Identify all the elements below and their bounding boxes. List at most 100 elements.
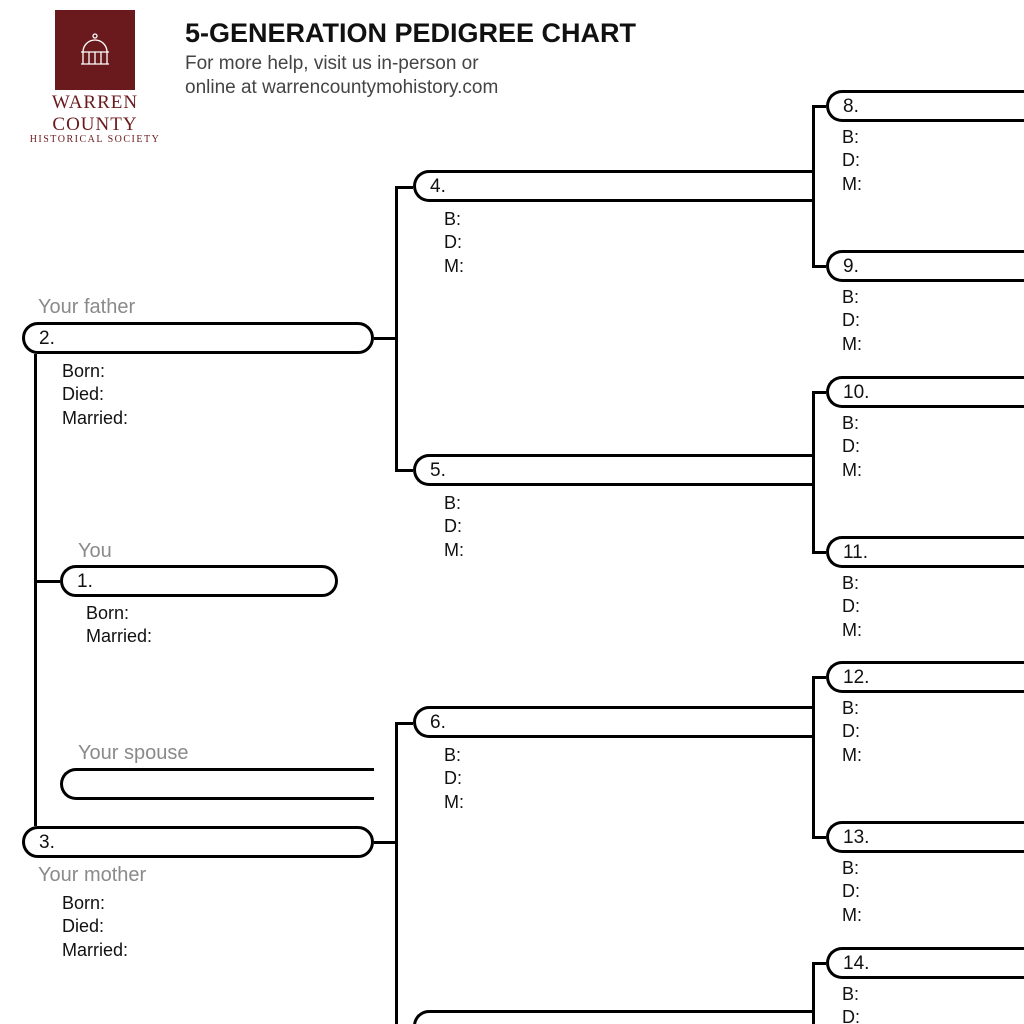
n11-b: B:	[842, 572, 862, 595]
father-died: Died:	[62, 383, 128, 406]
node-13-number: 13.	[843, 827, 869, 848]
you-born: Born:	[86, 602, 152, 625]
fields-4: B: D: M:	[418, 208, 464, 278]
fields-14: B: D: M:	[842, 983, 862, 1024]
node-7[interactable]	[413, 1010, 815, 1024]
connector-v-mother	[395, 722, 398, 1024]
n5-b: B:	[444, 492, 464, 515]
fields-10: B: D: M:	[842, 412, 862, 482]
fields-8: B: D: M:	[842, 126, 862, 196]
n6-d: D:	[444, 767, 464, 790]
node-mother-number: 3.	[39, 832, 55, 853]
connector-h-to12	[812, 676, 826, 679]
connector-h-you	[34, 580, 60, 583]
connector-v-6	[812, 676, 815, 839]
mother-died: Died:	[62, 915, 128, 938]
node-11[interactable]: 11.	[826, 536, 1024, 568]
node-9-number: 9.	[843, 256, 859, 277]
page-subtitle: For more help, visit us in-person or onl…	[185, 52, 498, 100]
node-9[interactable]: 9.	[826, 250, 1024, 282]
node-4-number: 4.	[430, 176, 446, 197]
n11-m: M:	[842, 619, 862, 642]
label-you: You	[78, 540, 112, 563]
label-father: Your father	[38, 296, 135, 319]
node-father-number: 2.	[39, 328, 55, 349]
connector-v-5	[812, 391, 815, 554]
node-10[interactable]: 10.	[826, 376, 1024, 408]
n5-d: D:	[444, 515, 464, 538]
node-13[interactable]: 13.	[826, 821, 1024, 853]
you-married: Married:	[86, 625, 152, 648]
logo-word: WARREN COUNTY	[20, 92, 170, 136]
connector-h-to4	[395, 186, 413, 189]
fields-11: B: D: M:	[842, 572, 862, 642]
node-8[interactable]: 8.	[826, 90, 1024, 122]
n10-m: M:	[842, 459, 862, 482]
n11-d: D:	[842, 595, 862, 618]
fields-father: Born: Died: Married:	[36, 360, 128, 430]
connector-h-to14	[812, 962, 826, 965]
node-14-number: 14.	[843, 953, 869, 974]
node-4[interactable]: 4.	[413, 170, 815, 202]
connector-h-to11	[812, 551, 826, 554]
connector-v-gen2	[34, 354, 37, 826]
n8-m: M:	[842, 173, 862, 196]
node-6[interactable]: 6.	[413, 706, 815, 738]
n9-d: D:	[842, 309, 862, 332]
subtitle-line2: online at warrencountymohistory.com	[185, 77, 498, 98]
fields-5: B: D: M:	[418, 492, 464, 562]
node-12[interactable]: 12.	[826, 661, 1024, 693]
connector-h-to8	[812, 105, 826, 108]
n14-d: D:	[842, 1006, 862, 1024]
label-spouse: Your spouse	[78, 742, 188, 765]
page-title: 5-GENERATION PEDIGREE CHART	[185, 18, 636, 49]
n4-b: B:	[444, 208, 464, 231]
mother-born: Born:	[62, 892, 128, 915]
connector-h-to10	[812, 391, 826, 394]
logo-subtitle: HISTORICAL SOCIETY	[20, 134, 170, 145]
logo-badge	[55, 10, 135, 90]
connector-h-to13	[812, 836, 826, 839]
n12-m: M:	[842, 744, 862, 767]
connector-v-4	[812, 105, 815, 268]
node-6-number: 6.	[430, 712, 446, 733]
n4-d: D:	[444, 231, 464, 254]
n9-m: M:	[842, 333, 862, 356]
fields-9: B: D: M:	[842, 286, 862, 356]
subtitle-line1: For more help, visit us in-person or	[185, 53, 479, 74]
n4-m: M:	[444, 255, 464, 278]
connector-h-to5	[395, 469, 413, 472]
fields-13: B: D: M:	[842, 857, 862, 927]
node-spouse[interactable]	[60, 768, 374, 800]
mother-married: Married:	[62, 939, 128, 962]
father-married: Married:	[62, 407, 128, 430]
connector-h-to9	[812, 265, 826, 268]
father-born: Born:	[62, 360, 128, 383]
connector-v-father	[395, 186, 398, 472]
n14-b: B:	[842, 983, 862, 1006]
fields-12: B: D: M:	[842, 697, 862, 767]
n6-m: M:	[444, 791, 464, 814]
fields-you: Born: Married:	[60, 602, 152, 649]
fields-6: B: D: M:	[418, 744, 464, 814]
node-mother[interactable]: 3.	[22, 826, 374, 858]
node-father[interactable]: 2.	[22, 322, 374, 354]
node-14[interactable]: 14.	[826, 947, 1024, 979]
logo-block: WARREN COUNTY HISTORICAL SOCIETY	[20, 10, 170, 145]
node-5-number: 5.	[430, 460, 446, 481]
n10-b: B:	[842, 412, 862, 435]
n6-b: B:	[444, 744, 464, 767]
node-11-number: 11.	[843, 542, 868, 563]
connector-v-7	[812, 962, 815, 1024]
node-5[interactable]: 5.	[413, 454, 815, 486]
node-you[interactable]: 1.	[60, 565, 338, 597]
n12-b: B:	[842, 697, 862, 720]
node-12-number: 12.	[843, 667, 869, 688]
n9-b: B:	[842, 286, 862, 309]
node-8-number: 8.	[843, 96, 859, 117]
dome-icon	[71, 26, 119, 74]
node-you-number: 1.	[77, 571, 93, 592]
connector-h-to6	[395, 722, 413, 725]
label-mother: Your mother	[38, 864, 146, 887]
n10-d: D:	[842, 435, 862, 458]
